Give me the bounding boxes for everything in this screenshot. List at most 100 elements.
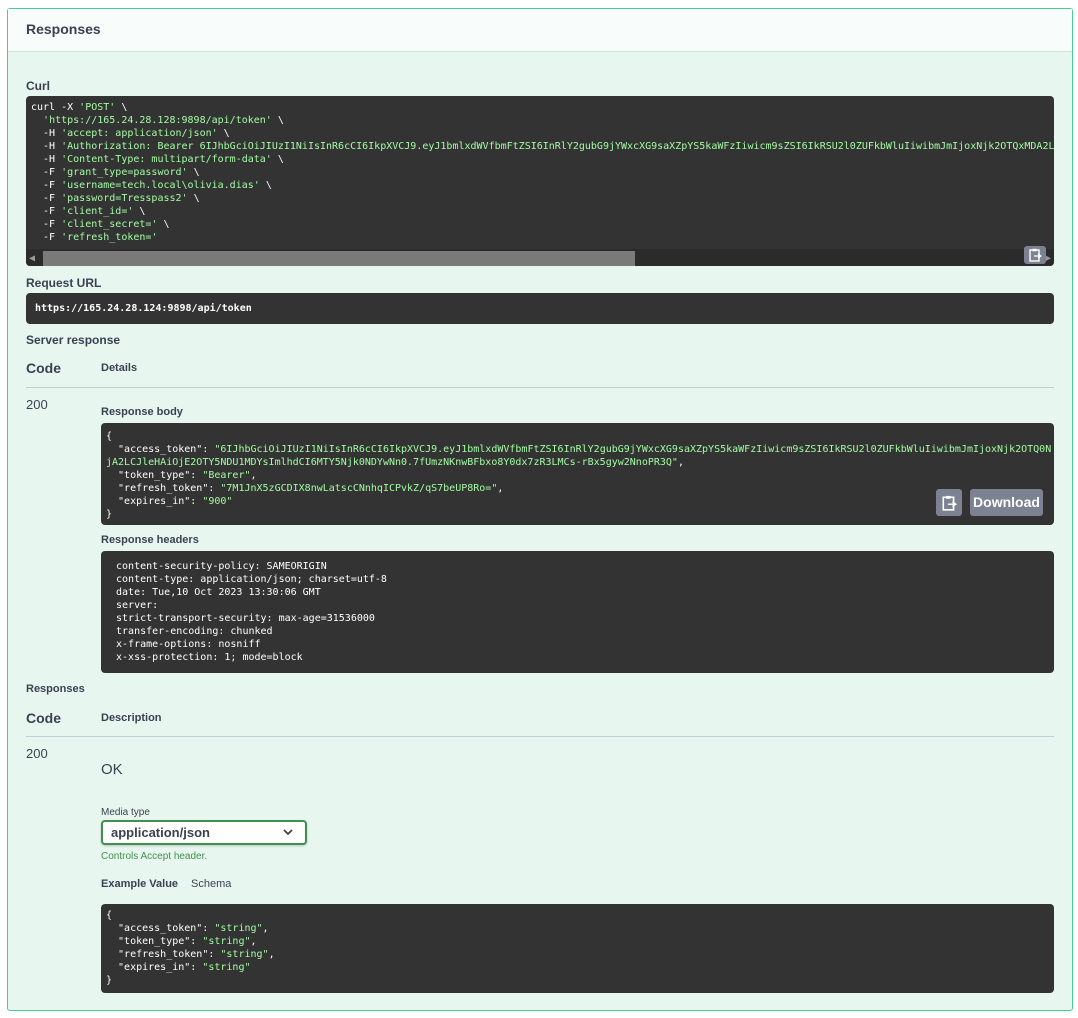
copy-response-button[interactable]	[936, 489, 962, 516]
code-line: }	[106, 508, 1051, 521]
code-string: 'grant_type=password'	[61, 167, 188, 178]
server-response-code: 200	[26, 397, 48, 412]
code-text: "refresh_token":	[106, 949, 221, 960]
scroll-left-arrow-icon[interactable]: ◀	[29, 252, 35, 265]
header-line: date: Tue,10 Oct 2023 13:30:06 GMT	[110, 587, 327, 598]
code-string: 'client_id='	[61, 206, 134, 217]
tab-example-value[interactable]: Example Value	[101, 878, 178, 890]
code-text: {	[106, 910, 113, 921]
responses-divider	[26, 736, 1054, 737]
server-response-divider	[26, 387, 1054, 388]
response-headers-block[interactable]: content-security-policy: SAMEORIGIN cont…	[101, 551, 1054, 673]
code-string: 'Content-Type: multipart/form-data'	[61, 154, 272, 165]
code-string: "Bearer"	[202, 470, 251, 481]
code-text: "token_type":	[106, 936, 203, 947]
response-headers-lines: content-security-policy: SAMEORIGIN cont…	[110, 560, 393, 664]
code-string: "string"	[220, 949, 269, 960]
example-value-block[interactable]: { "access_token": "string", "token_type"…	[101, 904, 1054, 993]
response-body-block[interactable]: { "access_token": "6IJhbGciOiJIUzI1NiIsI…	[101, 423, 1054, 525]
code-text: \	[271, 154, 284, 165]
header-line: strict-transport-security: max-age=31536…	[110, 613, 381, 624]
code-text: "access_token":	[106, 444, 215, 455]
code-text: -F	[31, 193, 62, 204]
response-body-label: Response body	[101, 406, 183, 418]
chevron-down-icon	[283, 829, 293, 836]
code-string: "6IJhbGciOiJIUzI1NiIsInR6cCI6IkpXVCJ9.ey…	[214, 444, 1052, 455]
server-response-label: Server response	[26, 333, 121, 347]
code-text: \	[133, 206, 146, 217]
media-type-select[interactable]: application/json	[101, 820, 307, 845]
code-line: jA2LCJleHAiOjE2OTY5NDU1MDYsImlhdCI6MTY5N…	[106, 456, 1051, 469]
code-line: curl -X 'POST' \	[31, 101, 1054, 114]
code-text: \	[187, 193, 200, 204]
code-string: jA2LCJleHAiOjE2OTY5NDU1MDYsImlhdCI6MTY5N…	[106, 457, 678, 468]
tab-schema[interactable]: Schema	[191, 878, 231, 890]
code-line: "refresh_token": "7M1JnX5zGCDIX8nwLatscC…	[106, 482, 1051, 495]
code-text: \	[217, 128, 230, 139]
code-line: "access_token": "6IJhbGciOiJIUzI1NiIsInR…	[106, 443, 1051, 456]
code-text: "expires_in":	[106, 962, 203, 973]
panel-title: Responses	[26, 21, 101, 37]
code-string: "string"	[214, 923, 263, 934]
header-line: x-frame-options: nosniff	[110, 639, 267, 650]
header-line: x-xss-protection: 1; mode=block	[110, 652, 309, 663]
code-text: "access_token":	[106, 923, 215, 934]
request-url-label: Request URL	[26, 276, 102, 290]
copy-to-clipboard-button[interactable]	[1024, 246, 1046, 264]
header-line: content-type: application/json; charset=…	[110, 574, 393, 585]
code-string: 'refresh_token='	[61, 232, 158, 243]
code-string: 'https://165.24.28.128:9898/api/token'	[43, 115, 272, 126]
code-line: -F 'client_secret=' \	[31, 218, 1054, 231]
code-line: -F 'grant_type=password' \	[31, 166, 1054, 179]
code-string: 'accept: application/json'	[61, 128, 218, 139]
code-line: -H 'Authorization: Bearer 6IJhbGciOiJIUz…	[31, 140, 1054, 153]
code-line: "expires_in": "900"	[106, 495, 1051, 508]
header-line: content-security-policy: SAMEORIGIN	[110, 561, 333, 572]
code-string: "900"	[202, 496, 233, 507]
code-text: \	[271, 115, 284, 126]
code-text: "expires_in":	[106, 496, 203, 507]
code-text: }	[106, 509, 113, 520]
code-text: -H	[31, 154, 62, 165]
code-text: ,	[497, 483, 504, 494]
response-headers-label: Response headers	[101, 534, 199, 546]
responses-code: 200	[26, 746, 48, 761]
code-text: \	[115, 102, 128, 113]
code-text: -F	[31, 167, 62, 178]
code-text: {	[106, 431, 113, 442]
code-line: "token_type": "Bearer",	[106, 469, 1051, 482]
code-text: "refresh_token":	[106, 483, 221, 494]
code-text: -H	[31, 141, 62, 152]
code-string: "string"	[202, 936, 251, 947]
controls-accept-note: Controls Accept header.	[101, 851, 208, 862]
curl-code-block[interactable]: curl -X 'POST' \ 'https://165.24.28.128:…	[26, 96, 1054, 266]
code-line: -F 'password=Tresspass2' \	[31, 192, 1054, 205]
responses-panel-header: Responses	[8, 9, 1072, 52]
response-body-lines: { "access_token": "6IJhbGciOiJIUzI1NiIsI…	[106, 430, 1051, 521]
code-line: 'https://165.24.28.128:9898/api/token' \	[31, 114, 1054, 127]
code-line: "expires_in": "string"	[106, 961, 275, 974]
code-string: 'POST'	[79, 102, 116, 113]
code-string: 'password=Tresspass2'	[61, 193, 188, 204]
code-line: {	[106, 909, 275, 922]
scrollbar-thumb[interactable]	[43, 251, 635, 266]
code-line: }	[106, 974, 275, 987]
code-text: ,	[262, 923, 269, 934]
code-string: 'Authorization: Bearer 6IJhbGciOiJIUzI1N…	[61, 141, 1054, 152]
code-line: -H 'accept: application/json' \	[31, 127, 1054, 140]
example-value-lines: { "access_token": "string", "token_type"…	[106, 909, 275, 987]
header-line: transfer-encoding: chunked	[110, 626, 279, 637]
code-text: "token_type":	[106, 470, 203, 481]
code-string: "7M1JnX5zGCDIX8nwLatscCNnhqICPvkZ/qS7beU…	[220, 483, 498, 494]
header-line: server:	[110, 600, 165, 611]
code-text: ,	[677, 457, 684, 468]
responses-description-header: Description	[101, 712, 162, 724]
response-description: OK	[101, 761, 123, 778]
media-type-value: application/json	[111, 825, 210, 840]
download-button[interactable]: Download	[970, 489, 1043, 516]
horizontal-scrollbar[interactable]: ◀ ▶	[26, 249, 1054, 266]
code-line: -F 'refresh_token='	[31, 231, 1054, 244]
responses-panel: Responses Curl curl -X 'POST' \ 'https:/…	[7, 8, 1073, 1011]
code-line: -F 'username=tech.local\olivia.dias' \	[31, 179, 1054, 192]
